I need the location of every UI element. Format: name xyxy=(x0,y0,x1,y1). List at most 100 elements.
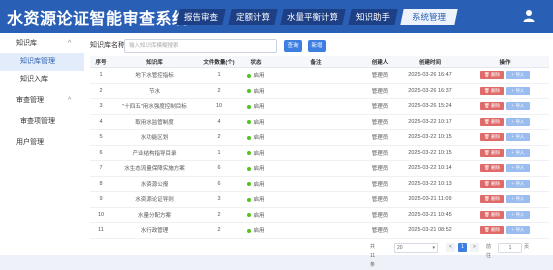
user-icon[interactable] xyxy=(522,9,536,23)
cell-no: 1 xyxy=(90,67,112,84)
top-header: 水资源论证智能审查系统 报告审查 定额计算 水量平衡计算 知识助手 系统管理 xyxy=(0,0,553,33)
cell-no: 5 xyxy=(90,129,112,146)
delete-button[interactable]: 🗑 删除 xyxy=(480,179,504,188)
column-header: 文件数量(个) xyxy=(197,56,241,68)
query-button[interactable]: 查询 xyxy=(284,40,302,52)
delete-button[interactable]: 🗑 删除 xyxy=(480,117,504,126)
column-header: 序号 xyxy=(90,56,112,68)
cell-status: 启用 xyxy=(241,83,271,99)
sidebar-item-user-management[interactable]: 用户管理 xyxy=(0,134,84,152)
cell-actions: 🗑 删除 + 导入 xyxy=(461,114,549,130)
cell-remark xyxy=(271,191,361,208)
next-page-button[interactable]: > xyxy=(470,243,479,252)
import-button[interactable]: + 导入 xyxy=(506,148,530,157)
cell-file-count: 4 xyxy=(197,114,241,130)
delete-button[interactable]: 🗑 删除 xyxy=(480,164,504,173)
sidebar-item-review-item-management[interactable]: 审查项管理 xyxy=(0,113,84,131)
status-dot-icon xyxy=(247,213,252,218)
cell-knowledge-base: 取用水监管制度 xyxy=(112,114,197,130)
cell-created-time: 2025-03-26 15:24 xyxy=(399,98,461,115)
cell-actions: 🗑 删除 + 导入 xyxy=(461,67,549,84)
cell-created-time: 2025-03-22 10:15 xyxy=(399,145,461,161)
import-button[interactable]: + 导入 xyxy=(506,86,530,95)
delete-button[interactable]: 🗑 删除 xyxy=(480,210,504,219)
cell-status: 启用 xyxy=(241,114,271,130)
sidebar-group-review-management[interactable]: 审查管理 ^ xyxy=(0,92,84,110)
cell-actions: 🗑 删除 + 导入 xyxy=(461,176,549,192)
cell-file-count: 6 xyxy=(197,176,241,192)
search-label: 知识库名称: xyxy=(90,42,127,49)
cell-created-time: 2025-03-26 16:47 xyxy=(399,67,461,84)
cell-file-count: 2 xyxy=(197,129,241,146)
import-button[interactable]: + 导入 xyxy=(506,210,530,219)
column-header: 创建人 xyxy=(361,56,399,68)
table-row: 8 水资源公报 6 启用 管理员 2025-03-22 10:13 🗑 删除 + 导入 xyxy=(90,176,549,192)
import-button[interactable]: + 导入 xyxy=(506,195,530,204)
cell-remark xyxy=(271,67,361,84)
goto-label: 前往 xyxy=(486,244,492,259)
cell-no: 2 xyxy=(90,83,112,99)
cell-knowledge-base: 水量分配方案 xyxy=(112,207,197,223)
cell-actions: 🗑 删除 + 导入 xyxy=(461,98,549,115)
cell-created-time: 2025-03-21 11:09 xyxy=(399,191,461,208)
delete-button[interactable]: 🗑 删除 xyxy=(480,226,504,235)
cell-remark xyxy=(271,207,361,223)
cell-creator: 管理员 xyxy=(361,83,399,99)
cell-actions: 🗑 删除 + 导入 xyxy=(461,83,549,99)
cell-knowledge-base: 节水 xyxy=(112,83,197,99)
import-button[interactable]: + 导入 xyxy=(506,102,530,111)
nav-tab-report-review[interactable]: 报告审查 xyxy=(176,9,226,25)
cell-actions: 🗑 删除 + 导入 xyxy=(461,191,549,208)
delete-button[interactable]: 🗑 删除 xyxy=(480,148,504,157)
sidebar-group-knowledge-base[interactable]: 知识库 ^ xyxy=(0,35,84,53)
import-button[interactable]: + 导入 xyxy=(506,164,530,173)
cell-status: 启用 xyxy=(241,191,271,208)
table-row: 9 水资源论证导则 3 启用 管理员 2025-03-21 11:09 🗑 删除 + 导入 xyxy=(90,191,549,208)
nav-tab-quota-calculation[interactable]: 定额计算 xyxy=(228,9,278,25)
page-size-select[interactable]: 20 ▾ xyxy=(394,243,438,253)
delete-button[interactable]: 🗑 删除 xyxy=(480,71,504,80)
page-number-current[interactable]: 1 xyxy=(458,243,467,252)
import-button[interactable]: + 导入 xyxy=(506,133,530,142)
cell-status: 启用 xyxy=(241,160,271,177)
status-dot-icon xyxy=(247,73,252,78)
chevron-down-icon: ▾ xyxy=(432,245,435,251)
cell-creator: 管理员 xyxy=(361,145,399,161)
nav-tab-water-balance[interactable]: 水量平衡计算 xyxy=(280,9,346,25)
cell-actions: 🗑 删除 + 导入 xyxy=(461,207,549,223)
delete-button[interactable]: 🗑 删除 xyxy=(480,195,504,204)
table-row: 11 水行政管理 2 启用 管理员 2025-03-21 08:52 🗑 删除 + 导入 xyxy=(90,222,549,239)
table-row: 5 水功能区划 2 启用 管理员 2025-03-22 10:15 🗑 删除 + 导入 xyxy=(90,129,549,146)
total-count: 共 11 条 xyxy=(370,244,376,268)
table-row: 2 节水 2 启用 管理员 2025-03-26 16:37 🗑 删除 + 导入 xyxy=(90,83,549,99)
table-header-row: 序号 知识库 文件数量(个) 状态 备注 创建人 创建时间 操作 xyxy=(90,56,549,68)
column-header: 知识库 xyxy=(112,56,197,68)
cell-created-time: 2025-03-21 08:52 xyxy=(399,222,461,239)
goto-page-input[interactable]: 1 xyxy=(498,243,522,253)
cell-no: 9 xyxy=(90,191,112,208)
sidebar-item-knowledge-base-management[interactable]: 知识库管理 xyxy=(0,53,84,71)
import-button[interactable]: + 导入 xyxy=(506,179,530,188)
cell-file-count: 2 xyxy=(197,222,241,239)
delete-button[interactable]: 🗑 删除 xyxy=(480,102,504,111)
import-button[interactable]: + 导入 xyxy=(506,117,530,126)
status-dot-icon xyxy=(247,89,252,94)
cell-file-count: 3 xyxy=(197,191,241,208)
nav-tab-knowledge-assistant[interactable]: 知识助手 xyxy=(348,9,398,25)
delete-button[interactable]: 🗑 删除 xyxy=(480,86,504,95)
cell-creator: 管理员 xyxy=(361,114,399,130)
cell-status: 启用 xyxy=(241,145,271,161)
delete-button[interactable]: 🗑 删除 xyxy=(480,133,504,142)
table-body: 1 地下水管控指标 1 启用 管理员 2025-03-26 16:47 🗑 删除 + 导入 2 节… xyxy=(90,67,549,239)
search-input[interactable]: 输入知识库模糊搜索 xyxy=(124,39,277,53)
prev-page-button[interactable]: < xyxy=(446,243,455,252)
cell-remark xyxy=(271,176,361,192)
import-button[interactable]: + 导入 xyxy=(506,71,530,80)
sidebar-item-knowledge-import[interactable]: 知识入库 xyxy=(0,71,84,89)
add-button[interactable]: 新增 xyxy=(308,40,326,52)
nav-tab-system-management[interactable]: 系统管理 xyxy=(400,9,458,25)
cell-created-time: 2025-03-26 16:37 xyxy=(399,83,461,99)
cell-file-count: 1 xyxy=(197,67,241,84)
import-button[interactable]: + 导入 xyxy=(506,226,530,235)
cell-created-time: 2025-03-21 10:45 xyxy=(399,207,461,223)
